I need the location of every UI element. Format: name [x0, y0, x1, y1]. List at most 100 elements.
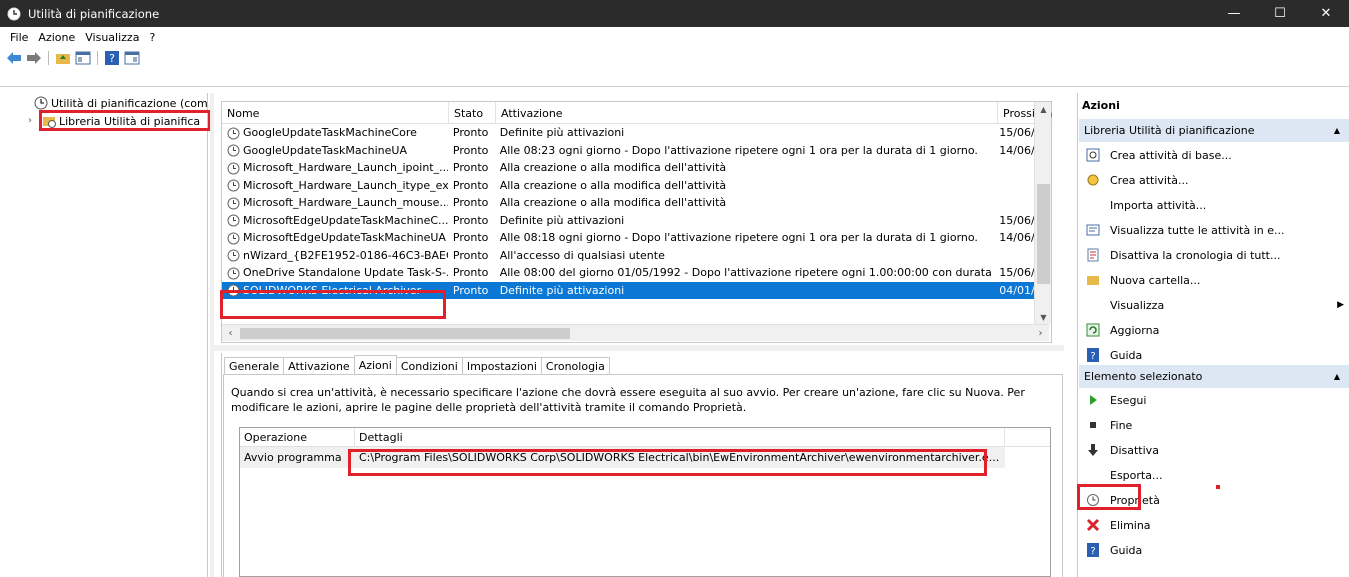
tab-azioni[interactable]: Azioni: [353, 355, 397, 376]
history-icon: [1086, 248, 1100, 262]
minimize-button[interactable]: —: [1211, 0, 1257, 27]
task-list-header: Nome Stato Attivazione Prossima: [222, 102, 1053, 124]
action-label: Crea attività...: [1110, 173, 1189, 187]
clock-icon: [227, 127, 240, 139]
action-lib-0[interactable]: Crea attività di base...: [1086, 144, 1348, 166]
scroll-right-icon[interactable]: ›: [1032, 325, 1049, 342]
task-list-hscrollbar[interactable]: ‹ ›: [222, 324, 1049, 341]
scroll-thumb[interactable]: [1037, 184, 1050, 284]
menu-file[interactable]: File: [5, 31, 33, 44]
scroll-left-icon[interactable]: ‹: [222, 325, 239, 342]
action-label: Aggiorna: [1110, 323, 1160, 337]
action-lib-8[interactable]: ? Guida: [1086, 344, 1348, 366]
action-label: Visualizza tutte le attività in e...: [1110, 223, 1285, 237]
help-button[interactable]: ?: [104, 50, 120, 66]
task-trigger-cell: Definite più attivazioni: [499, 126, 625, 140]
action-lib-5[interactable]: Nuova cartella...: [1086, 269, 1348, 291]
collapse-arrow-icon[interactable]: ▲: [1334, 372, 1340, 381]
action-lib-2[interactable]: Importa attività...: [1086, 194, 1348, 216]
table-row[interactable]: Avvio programma C:\Program Files\SOLIDWO…: [240, 447, 1005, 468]
task-name: GoogleUpdateTaskMachineCore: [243, 126, 417, 139]
task-name-cell: OneDrive Standalone Update Task-S-...: [222, 266, 448, 280]
action-lib-3[interactable]: Visualizza tutte le attività in e...: [1086, 219, 1348, 241]
action-lib-1[interactable]: Crea attività...: [1086, 169, 1348, 191]
table-row[interactable]: SOLIDWORKS Electrical Archiver Pronto Defi…: [222, 281, 1049, 299]
action-label: Nuova cartella...: [1110, 273, 1201, 287]
tab-cronologia[interactable]: Cronologia: [540, 357, 610, 375]
table-row[interactable]: Microsoft_Hardware_Launch_ipoint_... Pron…: [222, 159, 1049, 177]
table-row[interactable]: GoogleUpdateTaskMachineCore Pronto Definit…: [222, 124, 1049, 142]
action-sel-3[interactable]: Esporta...: [1086, 464, 1348, 486]
task-trigger-cell: Alla creazione o alla modifica dell'atti…: [499, 196, 727, 210]
action-label: Crea attività di base...: [1110, 148, 1232, 162]
actions-section-library[interactable]: Libreria Utilità di pianificazione ▲: [1079, 119, 1349, 142]
running-tasks-icon: [1086, 223, 1100, 237]
column-header-name[interactable]: Nome: [222, 102, 449, 124]
action-lib-7[interactable]: Aggiorna: [1086, 319, 1348, 341]
tree-item-library[interactable]: › Libreria Utilità di pianifica: [28, 113, 201, 129]
table-row[interactable]: OneDrive Standalone Update Task-S-... Pro…: [222, 264, 1049, 282]
tab-impostazioni[interactable]: Impostazioni: [461, 357, 542, 375]
task-list-vscrollbar[interactable]: ▲ ▼: [1034, 102, 1051, 324]
scroll-up-icon[interactable]: ▲: [1035, 102, 1052, 116]
back-button[interactable]: [6, 50, 22, 66]
blank-icon: [1086, 468, 1100, 482]
column-header-operation[interactable]: Operazione: [240, 427, 355, 447]
up-folder-button[interactable]: [55, 50, 71, 66]
menu-help[interactable]: ?: [144, 31, 160, 44]
action-label: Visualizza: [1110, 298, 1165, 312]
maximize-button[interactable]: ☐: [1257, 0, 1303, 27]
table-row[interactable]: MicrosoftEdgeUpdateTaskMachineUA Pronto Al…: [222, 229, 1049, 247]
action-lib-4[interactable]: Disattiva la cronologia di tutt...: [1086, 244, 1348, 266]
close-button[interactable]: ✕: [1303, 0, 1349, 27]
expand-arrow-icon[interactable]: ›: [28, 115, 32, 126]
clock-icon: [7, 7, 21, 20]
toolbar-separator: [97, 51, 98, 65]
tab-attivazione[interactable]: Attivazione: [283, 357, 355, 375]
tree-root[interactable]: Utilità di pianificazione (com: [34, 95, 208, 111]
actions-section-selected[interactable]: Elemento selezionato ▲: [1079, 365, 1349, 388]
task-name-cell: MicrosoftEdgeUpdateTaskMachineUA: [222, 231, 448, 245]
action-label: Guida: [1110, 543, 1143, 557]
scroll-down-icon[interactable]: ▼: [1035, 310, 1052, 324]
section-selected-label: Elemento selezionato: [1084, 370, 1203, 383]
column-header-status[interactable]: Stato: [449, 102, 496, 124]
menu-visualizza[interactable]: Visualizza: [80, 31, 144, 44]
action-sel-5[interactable]: Elimina: [1086, 514, 1348, 536]
action-sel-6[interactable]: ? Guida: [1086, 539, 1348, 561]
folder-clock-icon: [43, 117, 56, 128]
menu-azione[interactable]: Azione: [33, 31, 80, 44]
collapse-arrow-icon[interactable]: ▲: [1334, 126, 1340, 135]
actions-pane: Azioni Libreria Utilità di pianificazion…: [1077, 93, 1349, 577]
hscroll-thumb[interactable]: [240, 328, 570, 339]
horizontal-splitter[interactable]: [214, 345, 1064, 351]
action-sel-2[interactable]: Disattiva: [1086, 439, 1348, 461]
show-hide-console-tree-button[interactable]: [75, 50, 91, 66]
column-header-trigger[interactable]: Attivazione: [496, 102, 998, 124]
table-row[interactable]: nWizard_{B2FE1952-0186-46C3-BAEC... Pront…: [222, 247, 1049, 265]
tree-root-label: Utilità di pianificazione (com: [51, 96, 208, 110]
action-lib-6[interactable]: Visualizza ▶: [1086, 294, 1348, 316]
table-row[interactable]: Microsoft_Hardware_Launch_mouse... Pronto…: [222, 194, 1049, 212]
action-label: Importa attività...: [1110, 198, 1207, 212]
forward-button[interactable]: [26, 50, 42, 66]
show-hide-action-pane-button[interactable]: [124, 50, 140, 66]
table-row[interactable]: Microsoft_Hardware_Launch_itype_exe Pront…: [222, 177, 1049, 195]
action-label: Disattiva: [1110, 443, 1159, 457]
task-list: Nome Stato Attivazione Prossima GoogleUp…: [221, 101, 1053, 343]
vertical-splitter[interactable]: [210, 93, 214, 577]
tab-condizioni[interactable]: Condizioni: [395, 357, 463, 375]
table-row[interactable]: GoogleUpdateTaskMachineUA Pronto Alle 08:2…: [222, 142, 1049, 160]
table-row[interactable]: MicrosoftEdgeUpdateTaskMachineC... Pronto…: [222, 212, 1049, 230]
action-sel-4[interactable]: Proprietà: [1086, 489, 1348, 511]
action-sel-1[interactable]: Fine: [1086, 414, 1348, 436]
tree-library-label: Libreria Utilità di pianifica: [59, 114, 201, 128]
column-header-details[interactable]: Dettagli: [355, 427, 1005, 447]
tab-generale[interactable]: Generale: [224, 357, 285, 375]
task-name: OneDrive Standalone Update Task-S-...: [243, 266, 448, 279]
task-name-cell: Microsoft_Hardware_Launch_mouse...: [222, 196, 448, 210]
arrow-left-icon: [7, 52, 21, 64]
action-sel-0[interactable]: Esegui: [1086, 389, 1348, 411]
section-library-label: Libreria Utilità di pianificazione: [1084, 124, 1255, 137]
folder-icon: [1086, 273, 1100, 287]
